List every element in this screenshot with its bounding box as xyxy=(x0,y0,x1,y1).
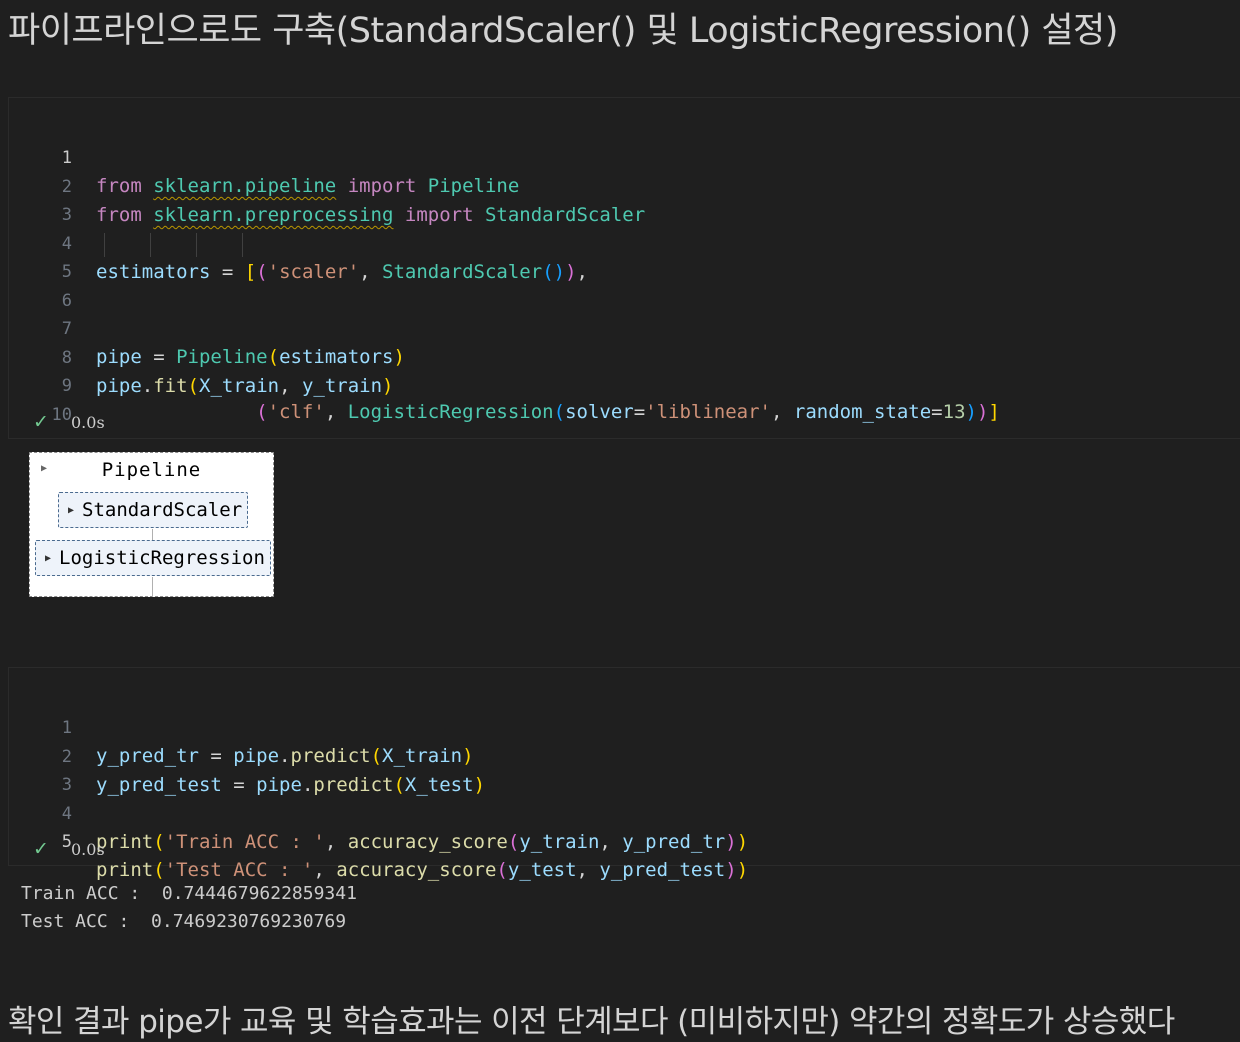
code-line-9[interactable]: 9 xyxy=(9,344,78,396)
variable: estimators xyxy=(279,346,394,368)
string-literal: 'Test ACC : ' xyxy=(164,859,314,881)
code-line-5[interactable]: 5 ('clf', LogisticRegression(solver='lib… xyxy=(9,230,1000,423)
indent-guide xyxy=(196,233,197,257)
code-cell-pipeline[interactable]: 1 from sklearn.pipeline import Pipeline … xyxy=(8,97,1240,439)
variable: y_pred_test xyxy=(599,859,726,881)
variable: pipe xyxy=(96,375,142,397)
pipeline-step-standardscaler[interactable]: ▶ StandardScaler xyxy=(58,492,248,528)
code-line-5[interactable]: 5 print('Test ACC : ', accuracy_score(y_… xyxy=(9,800,748,881)
class-name: LogisticRegression xyxy=(347,401,554,423)
variable: pipe xyxy=(233,745,280,767)
method-name: predict xyxy=(313,774,394,796)
class-name: StandardScaler xyxy=(382,261,543,283)
number-literal: 13 xyxy=(942,401,966,423)
step-label: LogisticRegression xyxy=(59,547,265,569)
string-literal: 'scaler' xyxy=(267,261,360,283)
indent-guide xyxy=(104,233,105,257)
string-literal: 'Train ACC : ' xyxy=(164,831,325,853)
keyword-argument: random_state xyxy=(793,401,932,423)
code-cell-predict[interactable]: 1 y_pred_tr = pipe.predict(X_train) 2 y_… xyxy=(8,667,1240,881)
code-line-4[interactable]: 4 print('Train ACC : ', accuracy_score(y… xyxy=(9,772,748,853)
keyword: import xyxy=(347,175,417,197)
expand-arrow-icon: ▶ xyxy=(68,505,75,516)
keyword: from xyxy=(96,204,142,226)
check-icon: ✓ xyxy=(33,411,49,433)
execution-time: 0.0s xyxy=(71,840,105,859)
indent-guide xyxy=(242,233,243,257)
section-heading: 파이프라인으로도 구축(StandardScaler() 및 LogisticR… xyxy=(8,11,1118,51)
variable: estimators xyxy=(96,261,211,283)
keyword-argument: solver xyxy=(565,401,634,423)
variable: y_train xyxy=(301,375,383,397)
code-line-3[interactable]: 3 xyxy=(9,173,78,225)
variable: X_train xyxy=(382,745,463,767)
function-name: accuracy_score xyxy=(347,831,508,853)
variable: pipe xyxy=(256,774,302,796)
variable: y_pred_tr xyxy=(96,745,199,767)
variable: pipe xyxy=(96,346,142,368)
function-name: print xyxy=(96,859,154,881)
summary-text: 확인 결과 pipe가 교육 및 학습효과는 이전 단계보다 (미비하지만) 약… xyxy=(8,1004,1175,1040)
method-name: fit xyxy=(153,375,188,397)
pipeline-title[interactable]: Pipeline xyxy=(30,459,273,481)
code-line-7[interactable]: 7 pipe = Pipeline(estimators) xyxy=(9,287,405,368)
code-line-4[interactable]: 4 estimators = [('scaler', StandardScale… xyxy=(9,202,588,283)
module-name: sklearn.preprocessing xyxy=(153,204,394,226)
pipeline-diagram: ▶ Pipeline ▶ StandardScaler ▶ LogisticRegr… xyxy=(29,452,274,597)
expand-arrow-icon: ▶ xyxy=(45,553,52,564)
code-line-3[interactable]: 3 xyxy=(9,743,78,795)
variable: y_test xyxy=(507,859,577,881)
notebook-page: 파이프라인으로도 구축(StandardScaler() 및 LogisticR… xyxy=(0,0,1240,1042)
keyword: import xyxy=(404,204,474,226)
module-name: sklearn.pipeline xyxy=(153,175,337,197)
execution-time: 0.0s xyxy=(71,413,105,432)
code-line-6[interactable]: 6 xyxy=(9,259,78,311)
code-line-1[interactable]: 1 y_pred_tr = pipe.predict(X_train) xyxy=(9,686,474,767)
class-name: Pipeline xyxy=(176,346,268,368)
code-line-8[interactable]: 8 pipe.fit(X_train, y_train) xyxy=(9,316,394,397)
connector-line xyxy=(152,577,153,597)
function-name: accuracy_score xyxy=(336,859,497,881)
check-icon: ✓ xyxy=(33,838,49,860)
code-line-2[interactable]: 2 from sklearn.preprocessing import Stan… xyxy=(9,145,645,226)
execution-status: ✓ 0.0s xyxy=(33,412,105,432)
pipeline-step-logisticregression[interactable]: ▶ LogisticRegression xyxy=(35,540,271,576)
execution-status: ✓ 0.0s xyxy=(33,839,105,859)
step-label: StandardScaler xyxy=(82,499,243,521)
output-line-test: Test ACC : 0.7469230769230769 xyxy=(21,911,347,932)
output-line-train: Train ACC : 0.7444679622859341 xyxy=(21,883,357,904)
indent-guide xyxy=(150,233,151,257)
variable: X_train xyxy=(199,375,280,397)
class-name: Pipeline xyxy=(427,175,520,197)
variable: y_train xyxy=(519,831,600,853)
class-name: StandardScaler xyxy=(484,204,646,226)
string-literal: 'liblinear' xyxy=(645,401,771,423)
variable: X_test xyxy=(404,774,474,796)
keyword: from xyxy=(96,175,142,197)
code-line-1[interactable]: 1 from sklearn.pipeline import Pipeline xyxy=(9,116,520,197)
variable: y_pred_tr xyxy=(622,831,726,853)
variable: y_pred_test xyxy=(96,774,222,796)
code-line-10[interactable]: 10 xyxy=(9,373,78,425)
string-literal: 'clf' xyxy=(267,401,325,423)
code-line-2[interactable]: 2 y_pred_test = pipe.predict(X_test) xyxy=(9,715,485,796)
method-name: predict xyxy=(290,745,371,767)
